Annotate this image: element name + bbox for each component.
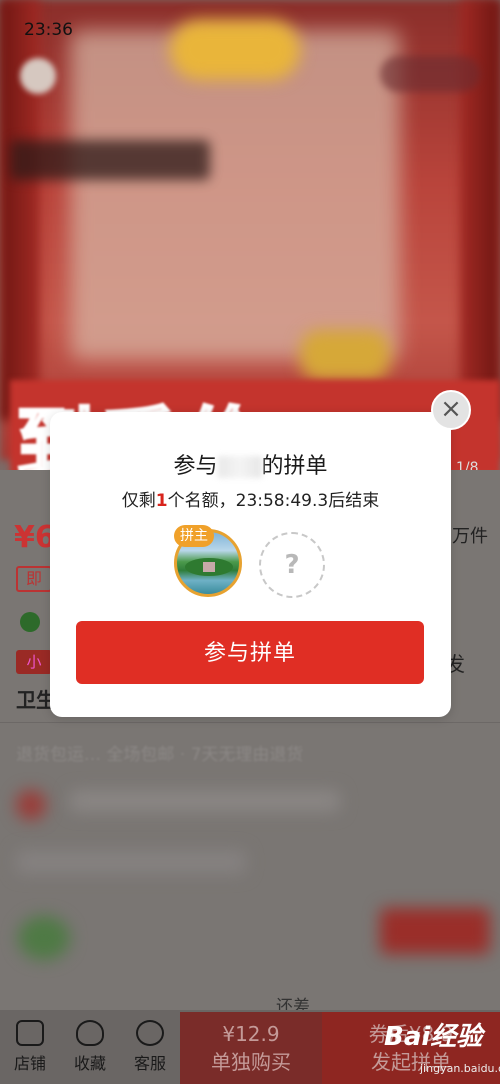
title-suffix: 的拼单 [261, 454, 328, 479]
close-icon[interactable]: × [431, 390, 471, 430]
dialog-title: 参与 的拼单 [50, 448, 451, 480]
remaining-prefix: 仅剩 [121, 491, 156, 511]
buy-solo-button[interactable]: ¥12.9 单独购买 [180, 1012, 322, 1084]
join-group-shortcut[interactable] [380, 908, 490, 954]
coupon-icon [16, 790, 46, 820]
remaining-count: 1 [155, 491, 168, 511]
avatar-pagoda [203, 562, 215, 572]
heart-icon [76, 1020, 104, 1046]
buy-solo-price: ¥12.9 [222, 1022, 280, 1046]
watermark-logo: Bai经验 [384, 1022, 483, 1052]
owner-name-blurred [217, 456, 262, 478]
chat-icon [136, 1020, 164, 1046]
favorite-label: 收藏 [73, 1054, 106, 1073]
service-label: 客服 [133, 1054, 166, 1073]
promo-tag: 即 [16, 566, 52, 592]
favorite-tab[interactable]: 收藏 [62, 1020, 118, 1074]
join-group-dialog: 参与 的拼单 仅剩1个名额，23:58:49.3后结束 拼主 ? 参与拼单 [50, 412, 451, 717]
sales-count: 万件 [452, 526, 488, 547]
status-time: 23:36 [24, 20, 73, 40]
owner-badge: 拼主 [174, 525, 214, 547]
service-tab[interactable]: 客服 [122, 1020, 178, 1074]
countdown: 23:58:49.3 [235, 491, 329, 511]
leaf-icon [20, 612, 40, 632]
store-icon [16, 1020, 44, 1046]
remaining-suffix: 个名额， [167, 491, 236, 511]
back-button[interactable] [20, 58, 56, 94]
hero-decoration-2 [300, 330, 390, 380]
hero-caption-bar [10, 140, 210, 180]
coupon-row [70, 790, 340, 812]
empty-slot-question-icon: ? [259, 532, 325, 598]
group-user-avatar [18, 916, 70, 960]
title-prefix: 参与 [173, 454, 218, 479]
dialog-subtitle: 仅剩1个名额，23:58:49.3后结束 [50, 486, 451, 511]
store-label: 店铺 [13, 1054, 46, 1073]
top-actions[interactable] [380, 56, 480, 92]
divider [0, 722, 500, 723]
store-tag: 小 [16, 650, 52, 674]
end-text: 后结束 [328, 491, 380, 511]
service-line: 退货包运… 全场包邮 · 7天无理由退货 [16, 745, 304, 765]
store-tab[interactable]: 店铺 [2, 1020, 58, 1074]
hero-decoration [170, 20, 300, 80]
watermark-url: jingyan.baidu.com [420, 1062, 500, 1075]
info-row [16, 850, 246, 874]
join-group-button[interactable]: 参与拼单 [76, 621, 424, 684]
buy-solo-label: 单独购买 [211, 1050, 291, 1074]
